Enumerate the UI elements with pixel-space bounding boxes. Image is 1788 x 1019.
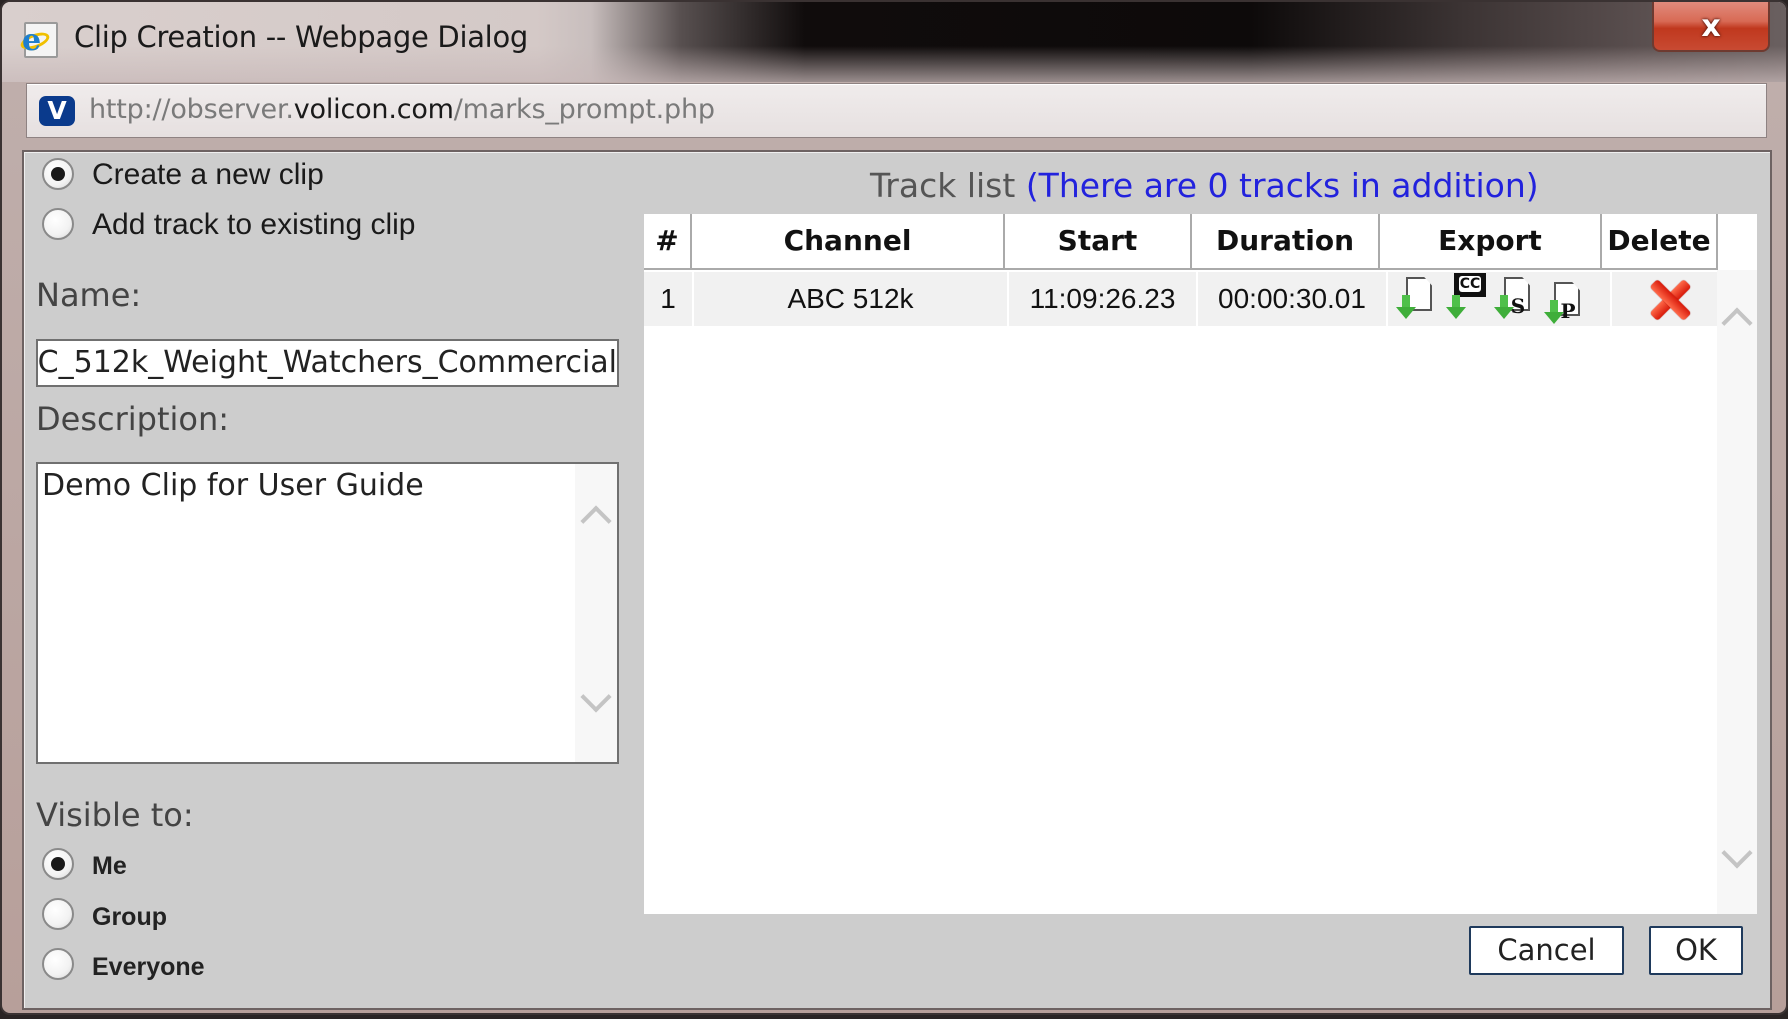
dialog-content: Create a new clip Add track to existing … bbox=[22, 150, 1772, 1010]
scroll-down-icon[interactable] bbox=[1721, 837, 1753, 869]
delete-x-icon[interactable] bbox=[1648, 278, 1692, 322]
title-bar[interactable]: e Clip Creation -- Webpage Dialog bbox=[2, 2, 1786, 82]
dialog-window: e Clip Creation -- Webpage Dialog x V ht… bbox=[0, 0, 1788, 1015]
export-p-icon[interactable]: P bbox=[1544, 282, 1584, 326]
cell-delete bbox=[1612, 272, 1728, 326]
col-header-channel: Channel bbox=[692, 214, 1005, 270]
track-count-note: (There are 0 tracks in addition) bbox=[1025, 166, 1539, 205]
col-header-number: # bbox=[644, 214, 692, 270]
track-list-title: Track list (There are 0 tracks in additi… bbox=[870, 166, 1539, 205]
col-header-duration: Duration bbox=[1192, 214, 1380, 270]
address-bar: V http://observer.volicon.com/marks_prom… bbox=[26, 83, 1767, 138]
ie-page-icon: e bbox=[18, 22, 58, 58]
close-icon: x bbox=[1701, 8, 1721, 44]
radio-visible-group[interactable] bbox=[42, 898, 74, 930]
col-header-export: Export bbox=[1380, 214, 1602, 270]
name-label: Name: bbox=[36, 276, 142, 314]
radio-create-new-clip-label[interactable]: Create a new clip bbox=[92, 158, 324, 192]
volicon-logo-icon: V bbox=[39, 96, 75, 126]
description-scrollbar[interactable] bbox=[575, 464, 617, 762]
track-list-heading: Track list bbox=[870, 166, 1016, 205]
export-s-icon[interactable]: S bbox=[1494, 277, 1534, 321]
name-input[interactable]: ABC_512k_Weight_Watchers_Commercial bbox=[36, 339, 619, 387]
export-document-icon[interactable] bbox=[1396, 277, 1436, 321]
cell-start: 11:09:26.23 bbox=[1009, 272, 1196, 326]
cell-duration: 00:00:30.01 bbox=[1198, 272, 1386, 326]
export-cc-icon[interactable]: CC bbox=[1446, 273, 1486, 321]
radio-visible-me[interactable] bbox=[42, 848, 74, 880]
description-text: Demo Clip for User Guide bbox=[42, 468, 424, 503]
track-table-scrollbar[interactable] bbox=[1717, 270, 1757, 914]
radio-visible-everyone-label[interactable]: Everyone bbox=[92, 953, 205, 982]
visible-to-label: Visible to: bbox=[36, 796, 194, 834]
track-table: # Channel Start Duration Export Delete 1… bbox=[644, 214, 1757, 914]
ok-button[interactable]: OK bbox=[1649, 926, 1743, 975]
window-title: Clip Creation -- Webpage Dialog bbox=[74, 20, 528, 54]
description-label: Description: bbox=[36, 400, 230, 438]
description-textarea[interactable]: Demo Clip for User Guide bbox=[36, 462, 619, 764]
scroll-down-icon[interactable] bbox=[580, 681, 612, 713]
close-button[interactable]: x bbox=[1652, 2, 1770, 52]
col-header-delete: Delete bbox=[1602, 214, 1718, 270]
cell-number: 1 bbox=[644, 272, 692, 326]
table-row: 1 ABC 512k 11:09:26.23 00:00:30.01 CC S … bbox=[644, 272, 1738, 328]
radio-add-to-existing[interactable] bbox=[42, 208, 74, 240]
url-text: http://observer.volicon.com/marks_prompt… bbox=[89, 94, 715, 125]
radio-visible-everyone[interactable] bbox=[42, 948, 74, 980]
radio-visible-group-label[interactable]: Group bbox=[92, 903, 167, 932]
scroll-up-icon[interactable] bbox=[580, 505, 612, 537]
scroll-up-icon[interactable] bbox=[1721, 307, 1753, 339]
cell-export: CC S P bbox=[1388, 272, 1610, 326]
cancel-button[interactable]: Cancel bbox=[1469, 926, 1624, 975]
col-header-start: Start bbox=[1005, 214, 1192, 270]
radio-visible-me-label[interactable]: Me bbox=[92, 852, 127, 881]
table-header: # Channel Start Duration Export Delete bbox=[644, 214, 1738, 270]
radio-create-new-clip[interactable] bbox=[42, 158, 74, 190]
cell-channel: ABC 512k bbox=[694, 272, 1007, 326]
radio-add-to-existing-label[interactable]: Add track to existing clip bbox=[92, 208, 415, 242]
